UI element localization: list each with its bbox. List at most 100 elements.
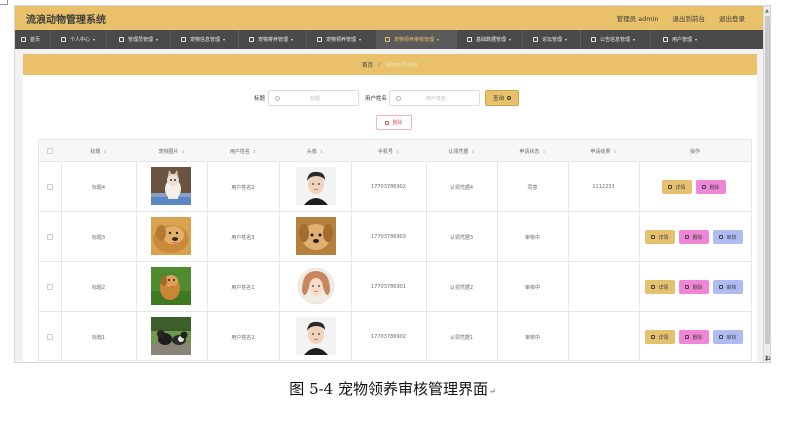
- header-actions: 操作: [689, 148, 700, 155]
- app-title: 流浪动物管理系统: [26, 14, 106, 26]
- search-icon: [396, 95, 401, 101]
- nav-home[interactable]: 首页: [15, 30, 51, 49]
- row-checkbox[interactable]: [39, 162, 61, 212]
- figure-caption: 图 5-4 宠物领养审核管理界面↵: [289, 380, 496, 398]
- cell-proof: 认领凭据4: [449, 184, 474, 191]
- logout-link[interactable]: 退出登录: [719, 13, 745, 23]
- nav-bar: 首页 个人中心 ▾ 管理员管理 ▾ 宠物信息管理 ▾ 宠物寄养管理 ▾ 宠物领养管理 ▾ …: [15, 30, 763, 49]
- top-bar: 流浪动物管理系统 管理员 admin 退出到前台 退出登录: [15, 6, 763, 30]
- delete-button[interactable]: 删除: [679, 330, 709, 344]
- scroll-up-icon[interactable]: ▲: [765, 8, 769, 14]
- cell-user-name: 用户姓名2: [231, 184, 255, 191]
- nav-adopt-review[interactable]: 宠物领养审核管理 ▾: [377, 30, 457, 49]
- row-checkbox[interactable]: [39, 262, 61, 312]
- detail-button[interactable]: 详情: [645, 280, 675, 294]
- edit-icon: [651, 235, 656, 239]
- breadcrumb-current: 宠物领养审核: [384, 62, 418, 69]
- avatar-puppy: [296, 217, 336, 255]
- chevron-down-icon: ▾: [156, 37, 159, 42]
- cell-status: 同意: [527, 184, 538, 191]
- avatar-female: [296, 267, 336, 305]
- nav-admin[interactable]: 管理员管理 ▾: [107, 30, 171, 49]
- review-button[interactable]: 审核: [713, 330, 743, 344]
- title-search-input[interactable]: 标题: [268, 90, 359, 106]
- sort-icon: ⇕: [471, 148, 475, 154]
- breadcrumb-home[interactable]: 首页: [362, 61, 373, 69]
- cell-phone: 17703786902: [371, 184, 406, 190]
- review-icon: [719, 285, 724, 289]
- row-checkbox[interactable]: [39, 312, 61, 362]
- content-panel: 首页 / 宠物领养审核 标题 标题 用户姓名 用户姓名 查询 删除 标题 ⇕ 宠…: [23, 54, 757, 362]
- paw-icon: [181, 37, 186, 42]
- sort-icon: ⇕: [395, 148, 400, 154]
- header-user-name[interactable]: 用户姓名 ⇕: [207, 140, 279, 162]
- detail-button[interactable]: 详情: [662, 180, 692, 194]
- page-1-button[interactable]: [347, 362, 357, 363]
- edit-icon: [668, 185, 673, 189]
- avatar-male: [296, 317, 336, 355]
- nav-basic-data[interactable]: 基础数据管理 ▾: [457, 30, 523, 49]
- trash-icon: [685, 335, 690, 339]
- nav-pet-adopt[interactable]: 宠物领养管理 ▾: [307, 30, 377, 49]
- search-bar: 标题 标题 用户姓名 用户姓名 查询: [23, 89, 757, 107]
- pet-image-golden: [151, 217, 191, 255]
- chevron-down-icon: ▾: [93, 37, 96, 42]
- nav-pet-info[interactable]: 宠物信息管理 ▾: [171, 30, 239, 49]
- name-search-label: 用户姓名: [365, 96, 388, 102]
- next-page-button[interactable]: [363, 362, 373, 363]
- name-search-input[interactable]: 用户姓名: [389, 90, 480, 106]
- batch-delete-button[interactable]: 删除: [376, 115, 412, 130]
- search-icon: [275, 95, 280, 101]
- cell-title: 标题1: [91, 334, 106, 341]
- review-button[interactable]: 审核: [713, 280, 743, 294]
- review-icon: [719, 335, 724, 339]
- admin-icon: [119, 37, 124, 42]
- header-avatar[interactable]: 头像 ⇕: [279, 140, 351, 162]
- header-title[interactable]: 标题 ⇕: [61, 140, 136, 162]
- exit-to-front-link[interactable]: 退出到前台: [673, 13, 706, 23]
- detail-button[interactable]: 详情: [645, 230, 675, 244]
- delete-button[interactable]: 删除: [679, 230, 709, 244]
- header-phone[interactable]: 手机号 ⇕: [351, 140, 426, 162]
- cell-user-name: 用户姓名3: [231, 234, 255, 241]
- goto-page-input[interactable]: [379, 362, 409, 363]
- detail-button[interactable]: 详情: [645, 330, 675, 344]
- trash-icon: [385, 120, 390, 125]
- clipboard-icon: [317, 37, 322, 42]
- home-icon: [249, 37, 254, 42]
- delete-button[interactable]: 删除: [679, 280, 709, 294]
- chevron-down-icon: ▾: [223, 37, 226, 42]
- trash-icon: [685, 235, 690, 239]
- breadcrumb: 首页 / 宠物领养审核: [23, 54, 757, 75]
- sort-icon: ⇕: [103, 148, 107, 154]
- select-all-checkbox[interactable]: [39, 140, 61, 162]
- review-button[interactable]: 审核: [713, 230, 743, 244]
- sort-icon: ⇕: [181, 148, 185, 154]
- nav-forum[interactable]: 论坛管理 ▾: [523, 30, 581, 49]
- trash-icon: [685, 285, 690, 289]
- header-result[interactable]: 申请结果 ⇕: [568, 140, 639, 162]
- cell-user-name: 用户姓名1: [231, 284, 255, 291]
- page-size-select[interactable]: [295, 362, 325, 363]
- nav-pet-foster[interactable]: 宠物寄养管理 ▾: [239, 30, 307, 49]
- chevron-down-icon: ▾: [565, 37, 568, 42]
- header-pet-image[interactable]: 宠物图片 ⇕: [136, 140, 207, 162]
- delete-button[interactable]: 删除: [696, 180, 726, 194]
- query-button[interactable]: 查询: [485, 90, 519, 106]
- return-mark: ↵: [489, 387, 496, 396]
- trash-icon: [702, 185, 707, 189]
- row-checkbox[interactable]: [39, 212, 61, 262]
- pet-image-dogs-park: [151, 317, 191, 355]
- header-proof[interactable]: 认领凭据 ⇕: [426, 140, 497, 162]
- cell-phone: 17703786902: [371, 334, 406, 340]
- nav-notice[interactable]: 公告信息管理 ▾: [581, 30, 651, 49]
- search-icon: [507, 96, 511, 100]
- prev-page-button[interactable]: [331, 362, 341, 363]
- nav-profile[interactable]: 个人中心 ▾: [51, 30, 107, 49]
- cell-proof: 认领凭据3: [449, 234, 474, 241]
- scrollbar[interactable]: ▲ ▼: [763, 6, 770, 362]
- header-status[interactable]: 申请状态 ⇕: [497, 140, 568, 162]
- nav-users[interactable]: 用户管理 ▾: [651, 30, 711, 49]
- cell-result: [568, 262, 639, 312]
- scroll-thumb[interactable]: [765, 16, 770, 344]
